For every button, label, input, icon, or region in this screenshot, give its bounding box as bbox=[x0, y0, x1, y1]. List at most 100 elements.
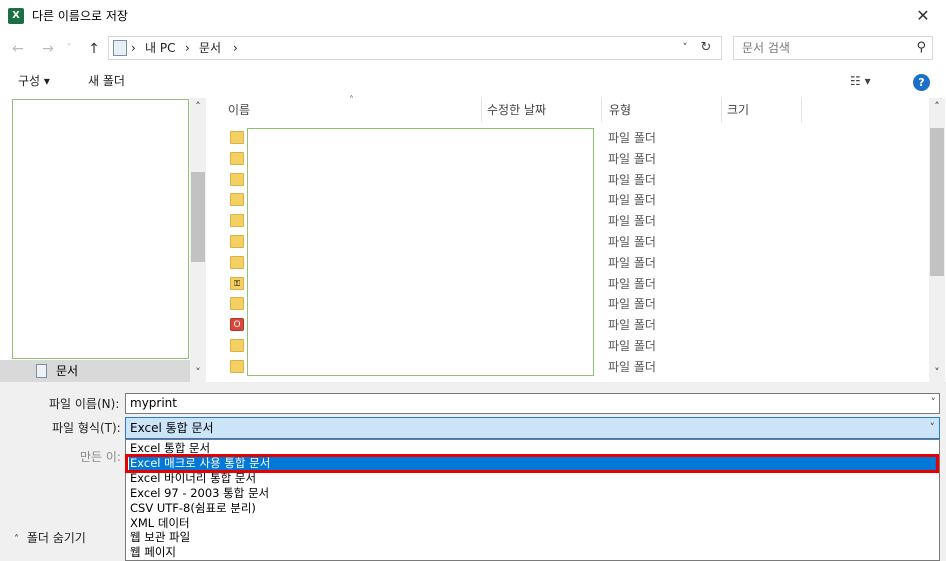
filetype-select[interactable]: Excel 통합 문서 ˅ bbox=[125, 417, 940, 439]
excel-icon: X bbox=[8, 8, 24, 24]
filetype-dropdown-list: Excel 통합 문서 Excel 매크로 사용 통합 문서 Excel 바이너리 … bbox=[125, 439, 940, 561]
breadcrumb-documents[interactable]: 문서 bbox=[199, 40, 221, 56]
nav-item-label: 문서 bbox=[56, 364, 79, 378]
search-placeholder: 문서 검색 bbox=[742, 41, 790, 55]
up-arrow-icon: ↑ bbox=[88, 41, 100, 57]
file-row[interactable]: 파일 폴더 bbox=[228, 253, 678, 273]
file-type: 파일 폴더 bbox=[608, 151, 656, 166]
navigation-bar: ← → ˅ ↑ › 내 PC › 문서 › ˅ ↻ 문서 검색 ⚲ bbox=[0, 34, 946, 64]
filetype-option[interactable]: 웹 페이지 bbox=[129, 545, 937, 560]
up-button[interactable]: ↑ bbox=[84, 38, 104, 60]
column-header-type[interactable]: 유형 bbox=[609, 102, 631, 118]
filename-value: myprint bbox=[130, 396, 177, 410]
hide-folders-button[interactable]: ˄ 폴더 숨기기 bbox=[14, 530, 86, 548]
address-dropdown-button[interactable]: ˅ bbox=[677, 37, 693, 59]
file-type: 파일 폴더 bbox=[608, 172, 656, 187]
filetype-option[interactable]: Excel 바이너리 통합 문서 bbox=[129, 471, 937, 486]
key-folder-icon: ⚿ bbox=[230, 276, 244, 290]
file-row[interactable]: ⚿ 파일 폴더 bbox=[228, 274, 678, 294]
folder-icon bbox=[230, 359, 244, 373]
folder-icon bbox=[230, 214, 244, 228]
filetype-option[interactable]: CSV UTF-8(쉼표로 분리) bbox=[129, 501, 937, 516]
filename-label: 파일 이름(N): bbox=[49, 397, 120, 411]
filetype-option[interactable]: Excel 매크로 사용 통합 문서 bbox=[129, 455, 937, 471]
column-divider[interactable] bbox=[481, 98, 482, 122]
organize-button[interactable]: 구성 ▾ bbox=[18, 73, 50, 89]
chevron-down-icon: ˅ bbox=[929, 421, 936, 434]
folder-icon bbox=[230, 131, 244, 144]
address-bar[interactable]: › 내 PC › 문서 › ˅ ↻ bbox=[108, 36, 722, 60]
file-type: 파일 폴더 bbox=[608, 318, 656, 333]
file-row[interactable]: 파일 폴더 bbox=[228, 336, 678, 356]
column-header-name[interactable]: 이름 bbox=[228, 102, 250, 118]
folder-icon bbox=[230, 235, 244, 248]
scrollbar-thumb[interactable] bbox=[191, 172, 205, 262]
filetype-option[interactable]: 웹 보관 파일 bbox=[129, 530, 937, 545]
dialog-title: 다른 이름으로 저장 bbox=[32, 9, 128, 23]
documents-icon bbox=[36, 364, 47, 378]
scroll-up-button[interactable]: ˄ bbox=[929, 98, 945, 116]
column-header-size[interactable]: 크기 bbox=[727, 102, 749, 118]
file-row[interactable]: 파일 폴더 bbox=[228, 294, 678, 314]
navigation-tree[interactable] bbox=[12, 99, 189, 359]
file-type: 파일 폴더 bbox=[608, 235, 656, 249]
navigation-pane: ˄ ˅ 문서 bbox=[0, 98, 206, 382]
back-button[interactable]: ← bbox=[8, 38, 28, 60]
view-options-button[interactable]: ☷ ▾ bbox=[850, 73, 871, 89]
close-icon: ✕ bbox=[916, 6, 930, 25]
chevron-up-icon: ˄ bbox=[14, 534, 19, 545]
help-icon: ? bbox=[918, 76, 925, 89]
chevron-down-icon[interactable]: ˅ bbox=[931, 396, 937, 409]
file-type: 파일 폴더 bbox=[608, 131, 656, 145]
breadcrumb-separator: › bbox=[131, 41, 136, 55]
filetype-option[interactable]: Excel 통합 문서 bbox=[129, 441, 937, 456]
breadcrumb-this-pc[interactable]: 내 PC bbox=[145, 40, 175, 56]
office-folder-icon: O bbox=[230, 318, 244, 332]
close-button[interactable]: ✕ bbox=[900, 0, 946, 32]
refresh-icon: ↻ bbox=[700, 40, 712, 55]
column-divider[interactable] bbox=[601, 98, 602, 122]
hide-folders-label: 폴더 숨기기 bbox=[26, 531, 86, 545]
scroll-down-button[interactable]: ˅ bbox=[190, 364, 206, 382]
file-row[interactable]: 파일 폴더 bbox=[228, 211, 678, 231]
title-bar: X 다른 이름으로 저장 ✕ bbox=[0, 0, 946, 32]
file-row[interactable]: 파일 폴더 bbox=[228, 232, 678, 252]
new-folder-button[interactable]: 새 폴더 bbox=[88, 73, 125, 89]
refresh-button[interactable]: ↻ bbox=[697, 37, 715, 59]
file-row[interactable]: O 파일 폴더 bbox=[228, 315, 678, 335]
column-header-date[interactable]: 수정한 날짜 bbox=[487, 102, 546, 118]
search-input[interactable]: 문서 검색 ⚲ bbox=[733, 36, 933, 60]
back-arrow-icon: ← bbox=[12, 41, 24, 57]
scrollbar-thumb[interactable] bbox=[930, 128, 944, 276]
forward-arrow-icon: → bbox=[42, 41, 54, 57]
scroll-down-button[interactable]: ˅ bbox=[929, 364, 945, 382]
file-list-scrollbar[interactable]: ˄ ˅ bbox=[929, 98, 945, 382]
scroll-up-button[interactable]: ˄ bbox=[190, 98, 206, 116]
file-row[interactable]: 파일 폴더 bbox=[228, 170, 678, 190]
folder-icon bbox=[230, 193, 244, 207]
file-row[interactable]: 파일 폴더 bbox=[228, 357, 678, 377]
nav-item-documents[interactable]: 문서 bbox=[0, 360, 190, 382]
column-divider[interactable] bbox=[721, 98, 722, 122]
file-type: 파일 폴더 bbox=[608, 339, 656, 353]
file-row[interactable]: 파일 폴더 bbox=[228, 190, 678, 210]
file-type: 파일 폴더 bbox=[608, 214, 656, 229]
filetype-option[interactable]: Excel 97 - 2003 통합 문서 bbox=[129, 486, 937, 501]
forward-button[interactable]: → bbox=[38, 38, 58, 60]
file-type: 파일 폴더 bbox=[608, 297, 656, 312]
filetype-value: Excel 통합 문서 bbox=[130, 421, 214, 435]
recent-locations-button[interactable]: ˅ bbox=[62, 38, 76, 60]
filetype-label: 파일 형식(T): bbox=[52, 421, 121, 435]
help-button[interactable]: ? bbox=[913, 74, 930, 91]
filename-input[interactable]: myprint ˅ bbox=[125, 393, 940, 414]
sort-arrow-icon: ˄ bbox=[349, 95, 354, 106]
file-row[interactable]: 파일 폴더 bbox=[228, 128, 678, 148]
filetype-option[interactable]: XML 데이터 bbox=[129, 516, 937, 531]
chevron-down-icon: ˅ bbox=[66, 43, 72, 54]
nav-pane-scrollbar[interactable]: ˄ ˅ bbox=[190, 98, 206, 382]
file-type: 파일 폴더 bbox=[608, 359, 656, 374]
documents-icon bbox=[113, 40, 127, 56]
file-row[interactable]: 파일 폴더 bbox=[228, 149, 678, 169]
column-divider[interactable] bbox=[801, 98, 802, 122]
breadcrumb-separator: › bbox=[185, 41, 190, 55]
